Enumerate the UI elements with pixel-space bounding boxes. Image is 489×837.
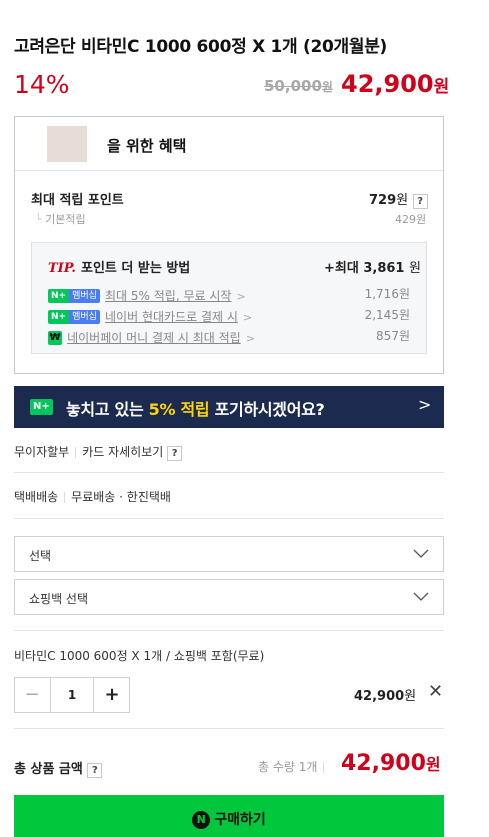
naverpay-icon: ₩	[48, 330, 62, 345]
divider	[75, 447, 77, 458]
membership-badge-image	[47, 126, 87, 162]
max-points-label: 최대 적립 포인트	[31, 193, 124, 208]
card-details-link[interactable]: 카드 자세히보기	[82, 445, 163, 459]
benefit-panel: 을 위한 혜택 최대 적립 포인트 729원 ? └ 기본적립 429원 TIP…	[14, 116, 444, 374]
installment-label: 무이자할부	[14, 445, 70, 459]
option-price: 42,900원	[354, 685, 416, 704]
shopping-bag-select[interactable]: 쇼핑백 선택	[14, 579, 444, 615]
discount-rate: 14%	[14, 70, 70, 99]
option-price-unit: 원	[404, 689, 417, 704]
buy-button[interactable]: N 구매하기	[14, 795, 444, 837]
basic-points-label-text: 기본적립	[45, 213, 86, 226]
naver-plus-icon: N+	[30, 399, 53, 415]
tip-max-points: +최대 3,861 원	[324, 257, 421, 276]
tip-box: TIP. 포인트 더 받는 방법 +최대 3,861 원 N+ 멤버십 최대 5%…	[31, 242, 427, 354]
membership-label: 멤버십	[69, 309, 100, 324]
divider	[14, 728, 444, 729]
decrease-button[interactable]: −	[15, 678, 49, 712]
basic-points-value: 429원	[395, 213, 427, 226]
banner-highlight: 5% 적립	[148, 400, 210, 419]
tip-row-text[interactable]: 네이버 현대카드로 결제 시	[105, 310, 238, 324]
option-select[interactable]: 선택	[14, 536, 444, 572]
max-points-value: 729원 ?	[369, 189, 428, 209]
tip-max-value: +최대 3,861	[324, 261, 405, 276]
sale-price-unit: 원	[433, 77, 450, 97]
total-help-button[interactable]: ?	[87, 763, 103, 778]
tip-row-text[interactable]: 최대 5% 적립, 무료 시작	[105, 289, 231, 303]
original-price: 50,000원	[264, 77, 333, 95]
delivery-fee: 무료배송	[71, 490, 116, 504]
total-price-unit: 원	[425, 755, 441, 774]
total-label: 총 상품 금액 ?	[14, 758, 103, 778]
membership-label: 멤버십	[69, 288, 100, 303]
basic-points-label: └ 기본적립	[35, 213, 86, 226]
delivery-carrier: · 한진택배	[119, 490, 171, 504]
total-quantity: 총 수량 1개	[258, 758, 330, 775]
installment-row: 무이자할부 카드 자세히보기 ?	[14, 443, 183, 461]
tip-row-membership[interactable]: N+ 멤버십 최대 5% 적립, 무료 시작 >	[48, 285, 246, 304]
quantity-value[interactable]: 1	[50, 678, 94, 712]
selected-option-name: 비타민C 1000 600정 X 1개 / 쇼핑백 포함(무료)	[14, 649, 265, 663]
option-price-value: 42,900	[354, 689, 405, 704]
benefit-header: 을 위한 혜택	[15, 117, 443, 171]
sale-price-value: 42,900	[341, 70, 434, 98]
max-points-unit: 원	[396, 193, 409, 208]
benefit-header-text: 을 위한 혜택	[107, 137, 187, 155]
remove-option-button[interactable]: ✕	[428, 681, 443, 702]
divider	[64, 492, 66, 503]
buy-button-label: 구매하기	[214, 812, 266, 828]
membership-banner[interactable]: N+ 놓치고 있는 5% 적립 포기하시겠어요? >	[14, 386, 444, 428]
tip-label: TIP.	[48, 261, 76, 276]
chevron-right-icon: >	[243, 311, 253, 324]
original-price-unit: 원	[321, 80, 333, 94]
chevron-down-icon	[413, 549, 429, 558]
naver-plus-badge: N+ 멤버십	[48, 288, 100, 303]
chevron-down-icon	[413, 592, 429, 601]
chevron-right-icon: >	[236, 290, 246, 303]
tip-row-value: 1,716원	[364, 287, 410, 301]
total-quantity-text: 총 수량 1개	[258, 760, 318, 774]
banner-text-after: 포기하시겠어요?	[209, 400, 325, 419]
tip-row-text[interactable]: 네이버페이 머니 결제 시 최대 적립	[67, 331, 241, 345]
tip-row-hyundai-card[interactable]: N+ 멤버십 네이버 현대카드로 결제 시 >	[48, 306, 252, 325]
divider	[14, 630, 444, 631]
original-price-value: 50,000	[264, 77, 322, 95]
divider	[323, 762, 325, 773]
tip-max-unit: 원	[409, 261, 421, 276]
naver-plus-icon: N+	[48, 288, 70, 303]
max-points-help-button[interactable]: ?	[412, 194, 428, 209]
divider	[14, 472, 444, 473]
sale-price: 42,900원	[341, 70, 449, 98]
chevron-right-icon: >	[418, 395, 432, 414]
max-points-amount: 729	[369, 193, 397, 208]
total-price-value: 42,900	[341, 751, 426, 776]
naverpay-n-icon: N	[192, 811, 211, 829]
buy-button-content: N 구매하기	[14, 809, 444, 829]
banner-text: 놓치고 있는 5% 적립 포기하시겠어요?	[66, 396, 325, 420]
total-label-text: 총 상품 금액	[14, 762, 83, 777]
chevron-right-icon: >	[245, 332, 256, 345]
increase-button[interactable]: +	[95, 678, 129, 712]
delivery-row: 택배배송 무료배송 · 한진택배	[14, 488, 171, 505]
option-select-label: 선택	[29, 549, 52, 563]
installment-help-button[interactable]: ?	[167, 446, 183, 461]
quantity-stepper: − 1 +	[14, 677, 130, 713]
naver-plus-icon: N+	[48, 309, 70, 324]
total-price: 42,900원	[341, 751, 441, 776]
shopping-bag-select-label: 쇼핑백 선택	[29, 592, 89, 606]
banner-text-before: 놓치고 있는	[66, 400, 149, 419]
tip-row-value: 857원	[376, 329, 410, 343]
tip-row-value: 2,145원	[364, 308, 410, 322]
tip-title: TIP. 포인트 더 받는 방법	[48, 257, 190, 276]
tip-text: 포인트 더 받는 방법	[81, 261, 191, 276]
delivery-type: 택배배송	[14, 490, 59, 504]
divider	[14, 518, 444, 519]
product-title: 고려은단 비타민C 1000 600정 X 1개 (20개월분)	[14, 37, 387, 57]
tip-row-naverpay-money[interactable]: ₩ 네이버페이 머니 결제 시 최대 적립 >	[48, 327, 255, 346]
naver-plus-badge: N+ 멤버십	[48, 309, 100, 324]
